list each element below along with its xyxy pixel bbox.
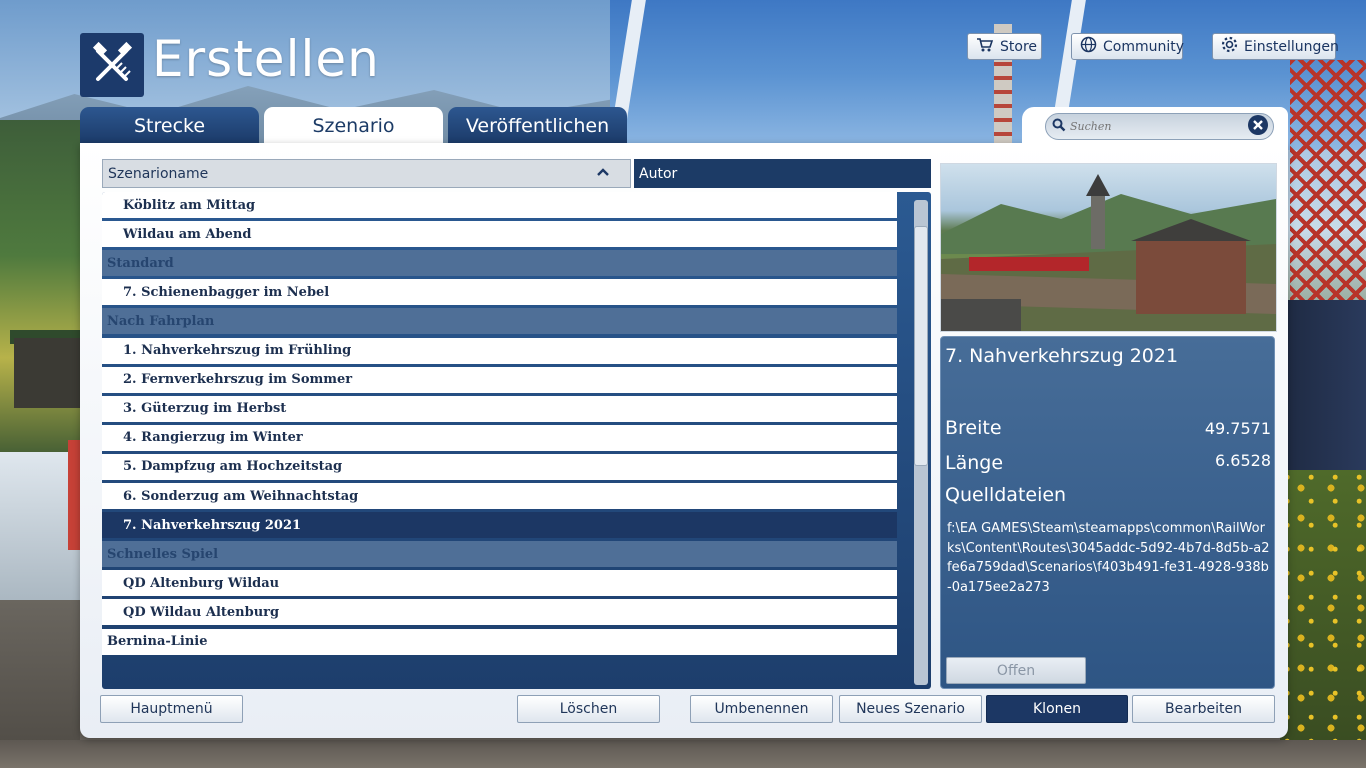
- scenario-list-item[interactable]: 1. Nahverkehrszug im Frühling: [102, 337, 897, 364]
- scenario-list-item[interactable]: Bernina-Linie: [102, 628, 897, 655]
- cart-icon: [976, 37, 994, 57]
- background-bridge: [1290, 60, 1366, 310]
- source-path: f:\EA GAMES\Steam\steamapps\common\RailW…: [947, 521, 1270, 595]
- edit-button[interactable]: Bearbeiten: [1132, 695, 1275, 723]
- scenario-list-item[interactable]: 6. Sonderzug am Weihnachtstag: [102, 483, 897, 509]
- clone-button[interactable]: Klonen: [986, 695, 1128, 723]
- delete-button[interactable]: Löschen: [517, 695, 660, 723]
- list-group-header: Schnelles Spiel: [102, 541, 897, 568]
- page-title: Erstellen: [152, 30, 380, 88]
- tab-strecke[interactable]: Strecke: [80, 107, 259, 144]
- scenario-list-item[interactable]: 4. Rangierzug im Winter: [102, 424, 897, 451]
- rename-button[interactable]: Umbenennen: [690, 695, 833, 723]
- scenario-list-rows: Köblitz am Mittag Wildau am Abend Standard…: [102, 192, 897, 662]
- details-title: 7. Nahverkehrszug 2021: [945, 345, 1179, 367]
- store-button[interactable]: Store: [967, 33, 1042, 60]
- globe-icon: [1080, 36, 1097, 57]
- scenario-list-item[interactable]: QD Wildau Altenburg: [102, 599, 897, 626]
- tab-szenario[interactable]: Szenario: [264, 107, 443, 144]
- scenario-list-item[interactable]: 5. Dampfzug am Hochzeitstag: [102, 453, 897, 480]
- column-name-label: Szenarioname: [108, 165, 209, 182]
- longitude-value: 6.6528: [1215, 451, 1271, 470]
- background-flowers: [1280, 470, 1366, 740]
- search-icon: [1052, 117, 1066, 136]
- community-label: Community: [1103, 38, 1185, 55]
- rail-tools-icon: [80, 33, 144, 97]
- scenario-list: Köblitz am Mittag Wildau am Abend Standard…: [102, 192, 931, 689]
- scenario-details-panel: 7. Nahverkehrszug 2021 Breite 49.7571 Lä…: [940, 336, 1275, 689]
- clear-search-icon[interactable]: [1247, 114, 1269, 140]
- sort-ascending-icon: [596, 166, 610, 182]
- background-tracks-bottom: [0, 740, 1366, 768]
- store-label: Store: [1000, 38, 1038, 55]
- scenario-preview-image: [940, 163, 1277, 332]
- search-field[interactable]: [1045, 113, 1274, 140]
- source-files-label: Quelldateien: [945, 484, 1067, 506]
- background-house: [14, 338, 80, 408]
- column-author-label: Autor: [639, 165, 678, 182]
- search-input[interactable]: [1066, 116, 1247, 137]
- scrollbar-thumb[interactable]: [914, 226, 928, 466]
- settings-button[interactable]: Einstellungen: [1212, 33, 1339, 60]
- background-forest: [0, 120, 80, 460]
- latitude-value: 49.7571: [1204, 419, 1271, 438]
- main-menu-button[interactable]: Hauptmenü: [100, 695, 243, 723]
- scenario-list-item[interactable]: Köblitz am Mittag: [102, 192, 897, 218]
- list-group-header: Standard: [102, 250, 897, 277]
- scenario-list-item[interactable]: QD Altenburg Wildau: [102, 570, 897, 597]
- open-button[interactable]: Offen: [946, 657, 1086, 684]
- scenario-list-item[interactable]: 3. Güterzug im Herbst: [102, 395, 897, 422]
- column-header-scenario-name[interactable]: Szenarioname: [102, 159, 631, 188]
- new-scenario-button[interactable]: Neues Szenario: [839, 695, 982, 723]
- settings-label: Einstellungen: [1244, 38, 1339, 55]
- column-header-author[interactable]: Autor: [634, 159, 931, 188]
- gear-icon: [1221, 36, 1238, 57]
- longitude-label: Länge: [945, 452, 1004, 474]
- tab-veroeffentlichen[interactable]: Veröffentlichen: [448, 107, 627, 144]
- list-scrollbar[interactable]: [914, 200, 928, 685]
- scenario-list-item[interactable]: 2. Fernverkehrszug im Sommer: [102, 366, 897, 393]
- community-button[interactable]: Community: [1071, 33, 1185, 60]
- scenario-list-item[interactable]: Wildau am Abend: [102, 221, 897, 248]
- latitude-label: Breite: [945, 417, 1002, 439]
- scenario-list-item[interactable]: 7. Schienenbagger im Nebel: [102, 279, 897, 306]
- scenario-list-item[interactable]: 7. Nahverkehrszug 2021: [102, 512, 897, 539]
- list-group-header: Nach Fahrplan: [102, 308, 897, 335]
